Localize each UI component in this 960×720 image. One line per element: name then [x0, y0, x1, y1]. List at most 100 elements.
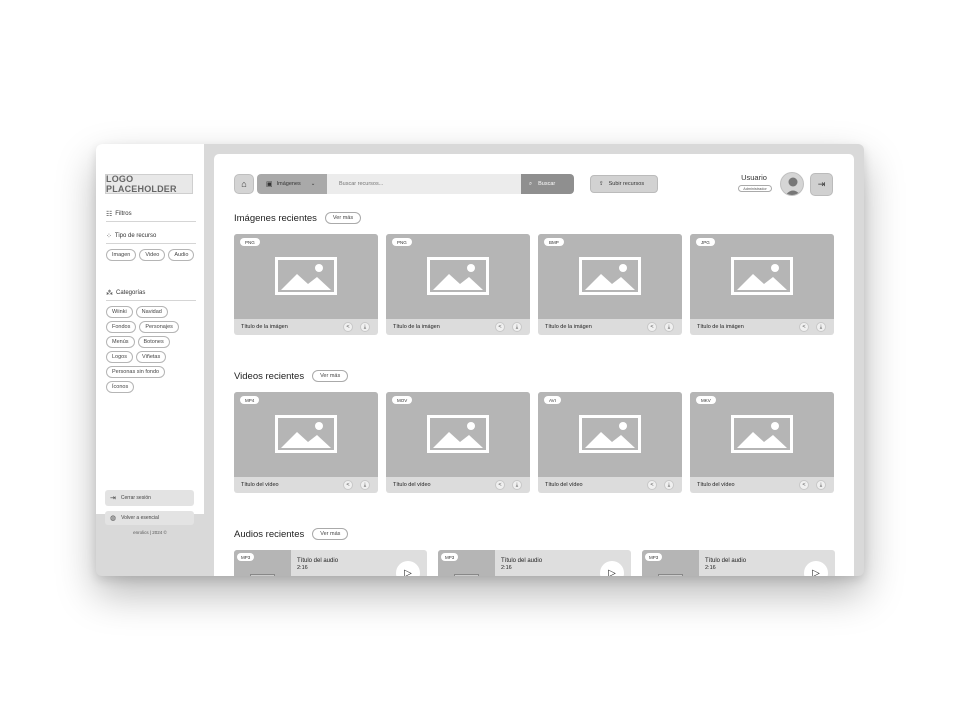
audio-thumbnail: MP3	[438, 550, 495, 576]
search-input[interactable]	[327, 174, 521, 194]
chip-video[interactable]: Video	[139, 249, 166, 261]
video-card[interactable]: MOV Título del vídeo < ⤓	[386, 392, 530, 493]
image-placeholder-icon	[579, 415, 641, 458]
download-icon[interactable]: ⤓	[664, 322, 674, 332]
user-icon	[785, 177, 801, 195]
chip-menus[interactable]: Menús	[106, 336, 135, 348]
chip-personajes[interactable]: Personajes	[139, 321, 179, 333]
home-button[interactable]: ⌂	[234, 174, 254, 194]
video-card[interactable]: MKV Título del vídeo < ⤓	[690, 392, 834, 493]
format-badge: PNG	[392, 238, 412, 246]
audios-section-title: Audios recientes Ver más	[234, 528, 349, 540]
video-card[interactable]: AVI Título del vídeo < ⤓	[538, 392, 682, 493]
image-thumbnail[interactable]: PNG	[386, 234, 530, 319]
image-icon: ▣	[266, 181, 273, 188]
image-card[interactable]: PNG Título de la imágen < ⤓	[234, 234, 378, 335]
chip-personas-sin-fondo[interactable]: Personas sin fondo	[106, 366, 166, 378]
image-thumbnail[interactable]: BMP	[538, 234, 682, 319]
logout-icon: ⇥	[817, 179, 826, 189]
share-icon[interactable]: <	[343, 480, 353, 490]
play-button[interactable]: ▷	[804, 561, 828, 576]
logout-button[interactable]: ⇥	[810, 173, 833, 196]
main-panel: ⌂ ▣ Imágenes ⌄ ⌕ Buscar ⇪ Subir recursos…	[214, 154, 854, 576]
sliders-icon: ☷	[106, 211, 113, 218]
image-title: Título de la imágen	[393, 324, 440, 330]
download-icon[interactable]: ⤓	[512, 480, 522, 490]
user-name: Usuario	[741, 173, 767, 182]
share-icon[interactable]: <	[647, 480, 657, 490]
categories-label: Categorías	[116, 290, 146, 296]
image-title: Título de la imágen	[545, 324, 592, 330]
avatar[interactable]	[780, 172, 804, 196]
image-thumbnail[interactable]: PNG	[234, 234, 378, 319]
download-icon[interactable]: ⤓	[360, 480, 370, 490]
audio-card[interactable]: MP3 Título del audio 2:16 ▷	[438, 550, 631, 576]
image-placeholder-icon	[731, 257, 793, 300]
search-button[interactable]: ⌕ Buscar	[521, 174, 574, 194]
share-icon[interactable]: <	[495, 322, 505, 332]
chip-iconos[interactable]: Íconos	[106, 381, 135, 393]
back-to-esencial-button[interactable]: ◍ Volver a esencial	[105, 511, 194, 525]
videos-section-title: Videos recientes Ver más	[234, 370, 349, 382]
audios-see-more-button[interactable]: Ver más	[312, 528, 349, 540]
type-select-value: Imágenes	[276, 181, 301, 187]
video-thumbnail[interactable]: AVI	[538, 392, 682, 477]
image-placeholder-icon	[731, 415, 793, 458]
logo: LOGO PLACEHOLDER	[105, 174, 193, 194]
images-title: Imágenes recientes	[234, 212, 317, 224]
image-placeholder-icon	[579, 257, 641, 300]
download-icon[interactable]: ⤓	[816, 480, 826, 490]
categories-heading: ⁂ Categorías	[106, 289, 196, 301]
chip-vinetas[interactable]: Viñetas	[136, 351, 167, 363]
image-placeholder-icon	[275, 415, 337, 458]
resource-type-select[interactable]: ▣ Imágenes ⌄	[257, 174, 327, 194]
image-card[interactable]: BMP Título de la imágen < ⤓	[538, 234, 682, 335]
download-icon[interactable]: ⤓	[664, 480, 674, 490]
play-button[interactable]: ▷	[396, 561, 420, 576]
resource-type-heading: ⁘ Tipo de recurso	[106, 232, 196, 244]
video-title: Título del vídeo	[697, 482, 735, 488]
images-see-more-button[interactable]: Ver más	[324, 212, 362, 224]
chip-navidad[interactable]: Navidad	[135, 306, 168, 318]
download-icon[interactable]: ⤓	[816, 322, 826, 332]
waveform	[705, 572, 797, 576]
download-icon[interactable]: ⤓	[512, 322, 522, 332]
logout-sidebar-button[interactable]: ⇥ Cerrar sesión	[105, 490, 194, 506]
image-thumbnail[interactable]: JPG	[690, 234, 834, 319]
audio-cover-placeholder	[658, 574, 683, 576]
image-card[interactable]: PNG Título de la imágen < ⤓	[386, 234, 530, 335]
chip-audio[interactable]: Audio	[168, 249, 195, 261]
share-icon[interactable]: <	[343, 322, 353, 332]
waveform	[297, 572, 389, 576]
chip-wiinki[interactable]: Wiinki	[106, 306, 133, 318]
image-placeholder-icon	[427, 257, 489, 300]
share-icon[interactable]: <	[799, 480, 809, 490]
chip-imagen[interactable]: Imagen	[106, 249, 137, 261]
image-card[interactable]: JPG Título de la imágen < ⤓	[690, 234, 834, 335]
upload-button[interactable]: ⇪ Subir recursos	[590, 175, 658, 193]
logout-icon: ⇥	[110, 495, 116, 502]
audio-thumbnail: MP3	[234, 550, 291, 576]
video-card[interactable]: MP4 Título del vídeo < ⤓	[234, 392, 378, 493]
chip-botones[interactable]: Botones	[137, 336, 170, 348]
video-thumbnail[interactable]: MP4	[234, 392, 378, 477]
share-icon[interactable]: <	[647, 322, 657, 332]
share-icon[interactable]: <	[799, 322, 809, 332]
share-icon[interactable]: <	[495, 480, 505, 490]
audios-title: Audios recientes	[234, 528, 305, 540]
videos-title: Videos recientes	[234, 370, 305, 382]
video-title: Título del vídeo	[241, 482, 279, 488]
download-icon[interactable]: ⤓	[360, 322, 370, 332]
image-placeholder-icon	[275, 257, 337, 300]
chip-logos[interactable]: Logos	[106, 351, 133, 363]
audio-card[interactable]: MP3 Título del audio 2:16 ▷	[642, 550, 835, 576]
upload-icon: ⇪	[599, 181, 604, 187]
videos-see-more-button[interactable]: Ver más	[312, 370, 349, 382]
video-thumbnail[interactable]: MOV	[386, 392, 530, 477]
video-thumbnail[interactable]: MKV	[690, 392, 834, 477]
format-badge: MOV	[392, 396, 413, 404]
audio-card[interactable]: MP3 Título del audio 2:16 ▷	[234, 550, 427, 576]
chip-fondos[interactable]: Fondos	[106, 321, 137, 333]
audio-thumbnail: MP3	[642, 550, 699, 576]
play-button[interactable]: ▷	[600, 561, 624, 576]
